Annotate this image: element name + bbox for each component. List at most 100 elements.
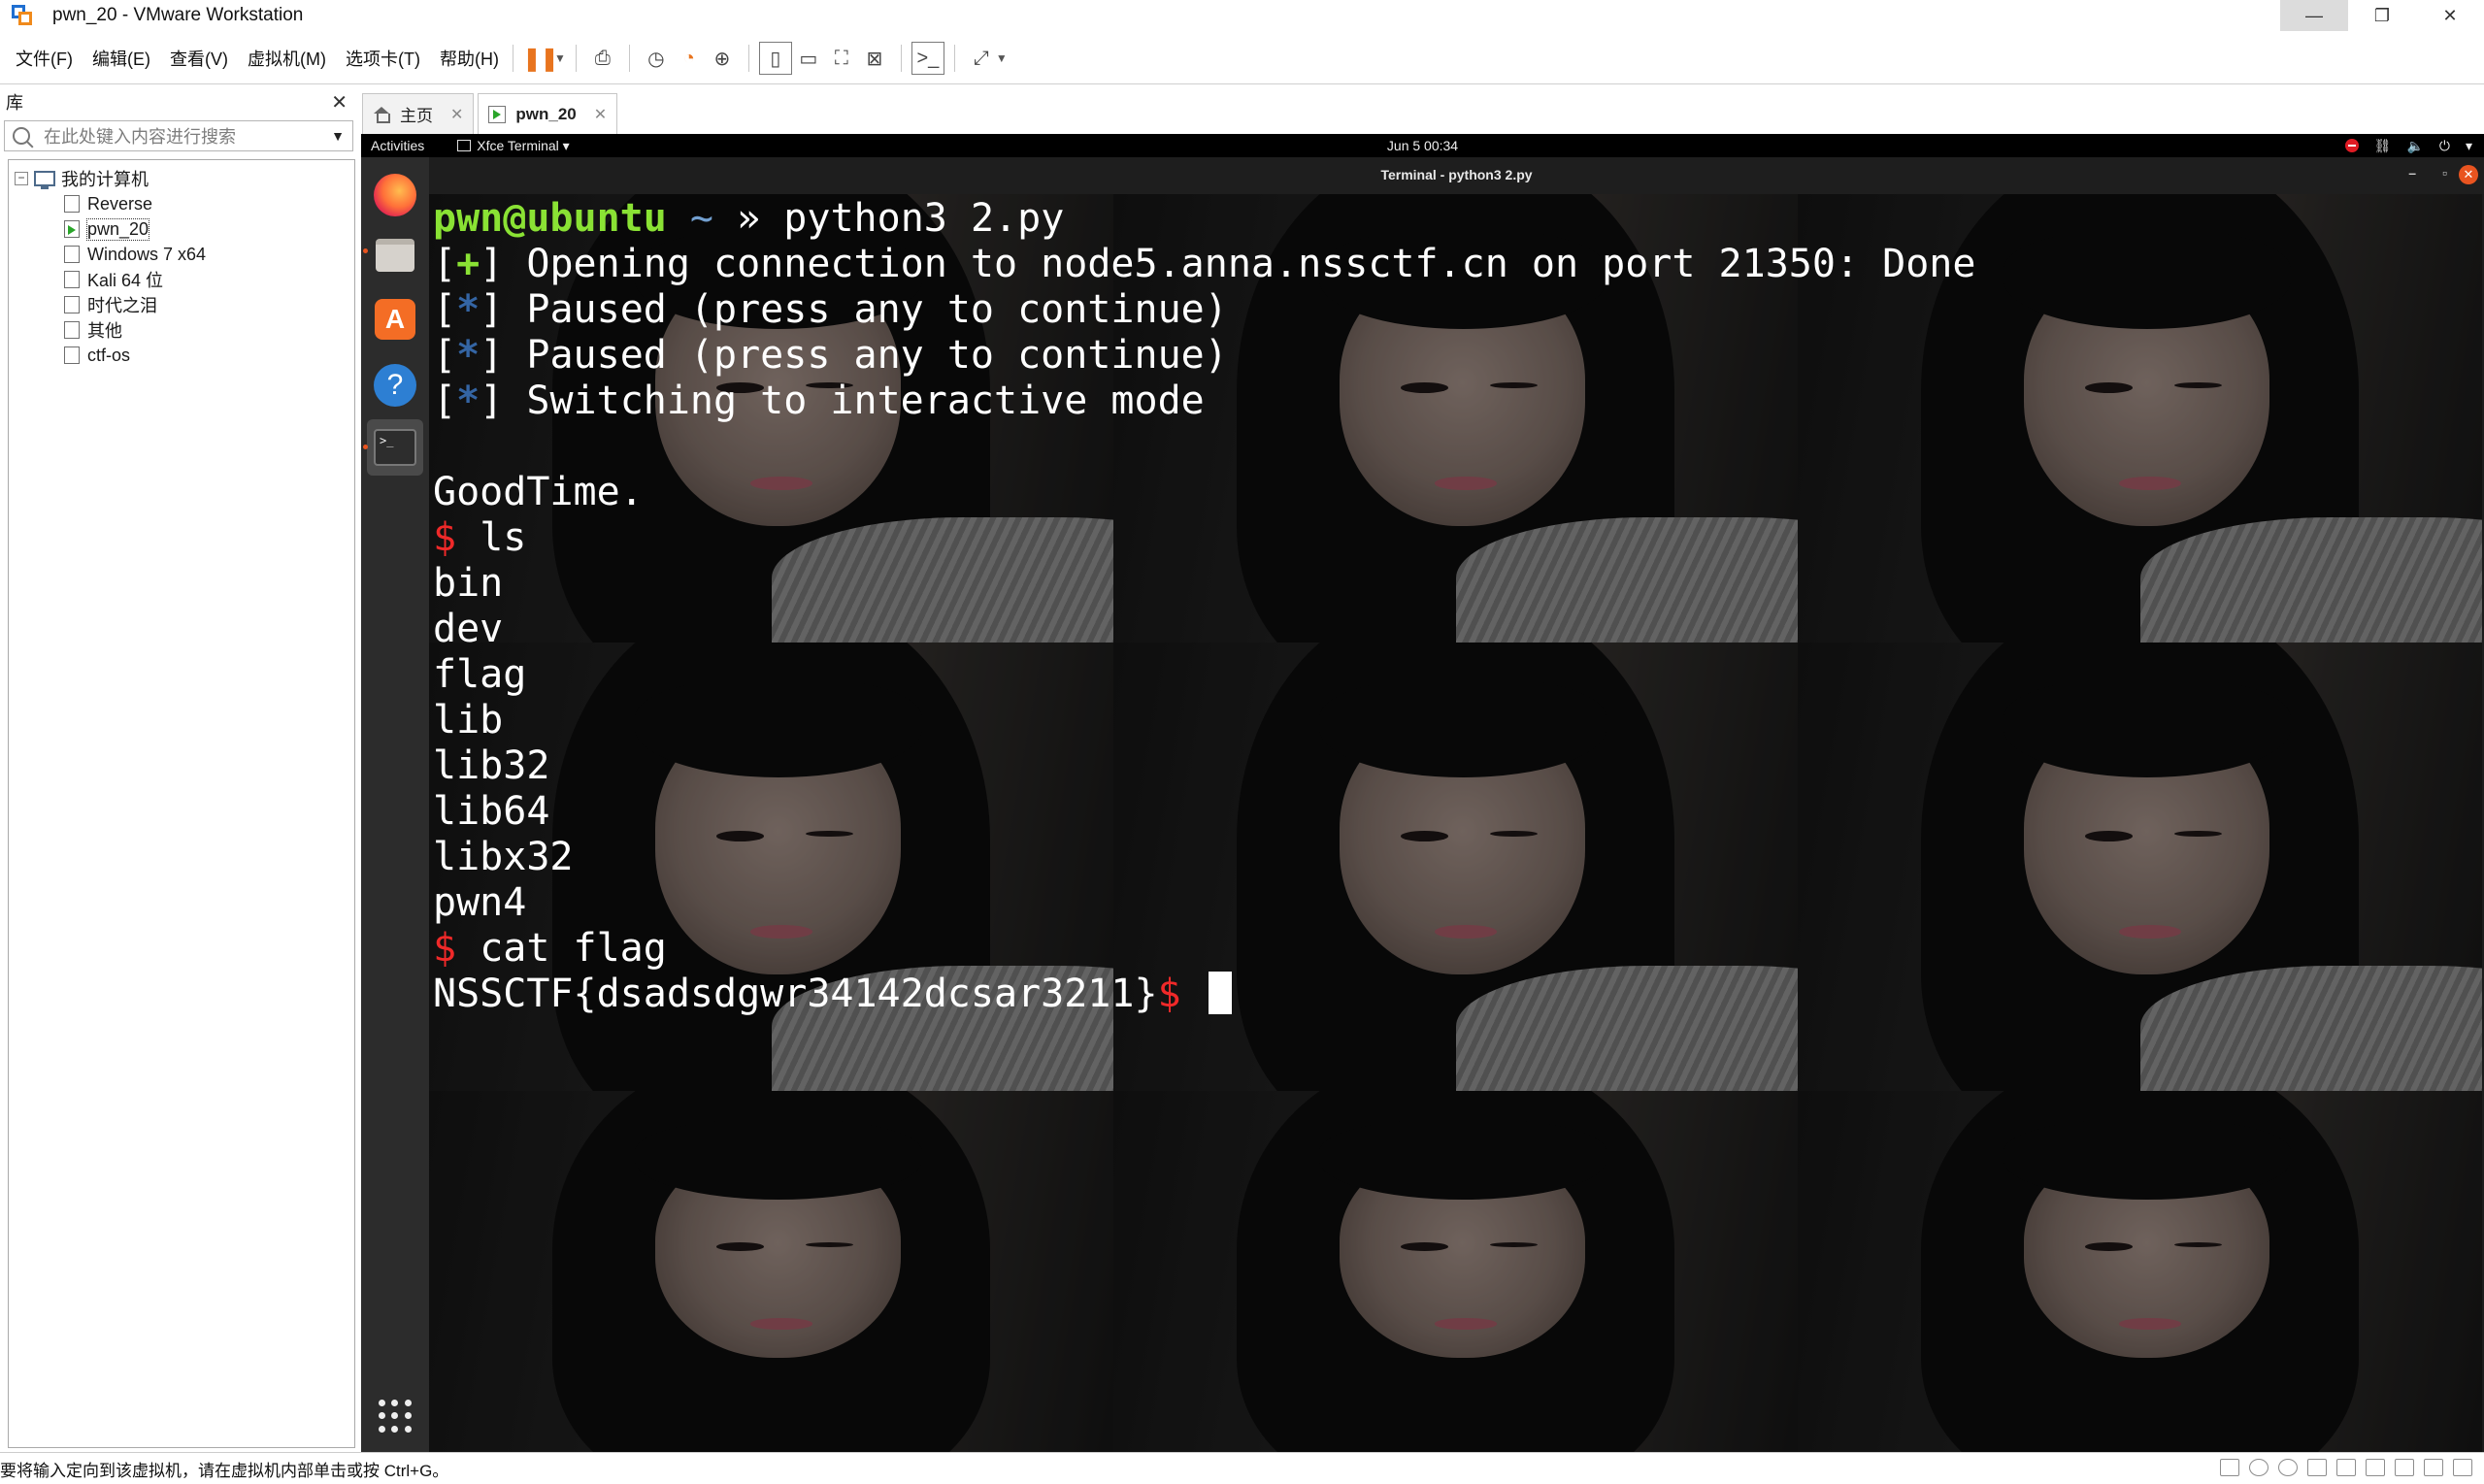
help-icon[interactable]: ? xyxy=(371,361,419,410)
ls-entry: bin xyxy=(433,561,504,606)
wallpaper-tile xyxy=(1798,1091,2482,1452)
library-view-icon[interactable]: ▯ xyxy=(758,42,792,75)
app-menu[interactable]: Xfce Terminal ▾ xyxy=(457,138,570,154)
tree-item-vm[interactable]: 时代之泪 xyxy=(9,292,354,317)
files-icon[interactable] xyxy=(371,231,419,280)
tab-home[interactable]: 主页 ✕ xyxy=(362,93,475,134)
tree-item-vm[interactable]: ctf-os xyxy=(9,343,354,368)
minimize-button[interactable]: — xyxy=(2280,0,2348,31)
volume-icon[interactable]: 🔈 xyxy=(2406,138,2423,154)
collapse-toggle-icon[interactable]: − xyxy=(15,172,28,185)
output-line: [*] Switching to interactive mode xyxy=(433,379,1205,423)
network-icon[interactable]: ⛓ xyxy=(2374,138,2392,154)
tray-dropdown-icon[interactable]: ▾ xyxy=(2466,138,2472,154)
output-text: Opening connection to node5.anna.nssctf.… xyxy=(526,242,1976,286)
software-center-icon[interactable]: A xyxy=(371,295,419,344)
terminal-minimize-icon[interactable]: – xyxy=(2408,165,2416,181)
system-tray[interactable]: ⛓ 🔈 ⏻ ▾ xyxy=(2344,134,2472,157)
library-search-input[interactable]: 在此处键入内容进行搜索 ▼ xyxy=(4,120,353,151)
sound-card-icon[interactable] xyxy=(2395,1459,2414,1476)
status-bar: 要将输入定向到该虚拟机，请在虚拟机内部单击或按 Ctrl+G。 xyxy=(0,1452,2484,1484)
vm-icon xyxy=(64,246,80,263)
activities-button[interactable]: Activities xyxy=(371,138,424,153)
search-dropdown-icon[interactable]: ▼ xyxy=(331,128,345,144)
menu-file[interactable]: 文件(F) xyxy=(16,46,73,71)
vm-icon xyxy=(64,271,80,288)
window-titlebar: pwn_20 - VMware Workstation — ❐ ✕ xyxy=(0,0,2484,31)
pause-dropdown-icon[interactable]: ▼ xyxy=(554,51,566,65)
stretch-dropdown-icon[interactable]: ▼ xyxy=(996,51,1008,65)
terminal-output: pwn@ubuntu ~ » python3 2.py [+] Opening … xyxy=(429,194,1975,1017)
cd-rom-icon[interactable] xyxy=(2249,1459,2269,1476)
terminal-body[interactable]: pwn@ubuntu ~ » python3 2.py [+] Opening … xyxy=(429,194,2482,1452)
tree-item-vm[interactable]: Reverse xyxy=(9,191,354,216)
window-controls: — ❐ ✕ xyxy=(2280,0,2484,31)
terminal-app-icon xyxy=(457,140,472,151)
fullscreen-icon[interactable]: ⛶ xyxy=(825,42,858,75)
power-icon[interactable]: ⏻ xyxy=(2439,138,2450,154)
show-applications-icon[interactable] xyxy=(379,1400,412,1433)
menu-view[interactable]: 查看(V) xyxy=(170,46,228,71)
tree-label: Reverse xyxy=(87,193,153,214)
terminal-titlebar: Terminal - python3 2.py – ▫ ✕ xyxy=(429,157,2484,194)
terminal-icon[interactable]: >_ xyxy=(371,423,419,472)
display-icon[interactable] xyxy=(2424,1459,2443,1476)
floppy-icon[interactable] xyxy=(2307,1459,2327,1476)
tab-label: pwn_20 xyxy=(515,104,577,123)
tree-item-vm[interactable]: Kali 64 位 xyxy=(9,267,354,292)
command-text: cat flag xyxy=(480,926,667,971)
terminal-title: Terminal - python3 2.py xyxy=(1380,167,1533,182)
status-tag: * xyxy=(456,333,480,378)
ls-entry: lib xyxy=(433,698,504,742)
search-placeholder: 在此处键入内容进行搜索 xyxy=(44,127,236,147)
console-view-icon[interactable]: >_ xyxy=(911,42,944,75)
ls-entry: pwn4 xyxy=(433,880,527,925)
stretch-icon[interactable]: ⤢ xyxy=(965,42,998,75)
menu-vm[interactable]: 虚拟机(M) xyxy=(248,46,326,71)
vm-tabstrip: 主页 ✕ pwn_20 ✕ xyxy=(362,91,621,134)
firefox-icon[interactable] xyxy=(371,171,419,219)
running-indicator xyxy=(363,445,368,449)
prompt-path: ~ xyxy=(689,196,714,241)
tree-item-vm[interactable]: 其他 xyxy=(9,317,354,343)
menu-help[interactable]: 帮助(H) xyxy=(440,46,499,71)
hard-disk-icon[interactable] xyxy=(2220,1459,2239,1476)
status-tag: + xyxy=(456,242,480,286)
pause-icon[interactable]: ❚❚ xyxy=(522,42,559,75)
snapshot-icon[interactable]: ◷ xyxy=(640,42,673,75)
clock[interactable]: Jun 5 00:34 xyxy=(1387,138,1458,153)
usb-icon[interactable] xyxy=(2366,1459,2385,1476)
vm-running-icon xyxy=(488,105,507,123)
manage-snapshots-icon[interactable]: ⊕ xyxy=(706,42,739,75)
tab-close-icon[interactable]: ✕ xyxy=(450,105,463,124)
terminal-maximize-icon[interactable]: ▫ xyxy=(2442,165,2447,181)
tree-item-vm[interactable]: Windows 7 x64 xyxy=(9,242,354,267)
tab-pwn-20[interactable]: pwn_20 ✕ xyxy=(478,93,618,134)
toolbar-divider xyxy=(0,83,2484,84)
toolbar-separator xyxy=(628,45,630,72)
no-entry-icon[interactable] xyxy=(2344,139,2359,152)
close-window-button[interactable]: ✕ xyxy=(2416,0,2484,31)
cd-rom-icon[interactable] xyxy=(2278,1459,2298,1476)
vm-console[interactable]: Activities Xfce Terminal ▾ Jun 5 00:34 ⛓… xyxy=(361,134,2484,1452)
send-ctrl-alt-del-icon[interactable]: ⎙ xyxy=(586,42,619,75)
tab-close-icon[interactable]: ✕ xyxy=(594,105,607,124)
message-log-icon[interactable] xyxy=(2453,1459,2472,1476)
vm-running-icon xyxy=(64,220,80,238)
thumbnail-view-icon[interactable]: ▭ xyxy=(792,42,825,75)
network-adapter-icon[interactable] xyxy=(2336,1459,2356,1476)
menu-edit[interactable]: 编辑(E) xyxy=(92,46,150,71)
terminal-close-icon[interactable]: ✕ xyxy=(2459,165,2478,184)
ls-entry: lib64 xyxy=(433,789,550,834)
ubuntu-dock: A ? >_ xyxy=(361,157,429,1452)
restore-button[interactable]: ❐ xyxy=(2348,0,2416,31)
output-line: [+] Opening connection to node5.anna.nss… xyxy=(433,242,1976,286)
menu-tabs[interactable]: 选项卡(T) xyxy=(346,46,420,71)
library-close-button[interactable]: ✕ xyxy=(331,90,348,115)
revert-snapshot-icon[interactable]: ◔ xyxy=(673,42,706,75)
unity-icon[interactable]: ⊠ xyxy=(858,42,891,75)
tree-item-vm[interactable]: pwn_20 xyxy=(9,216,354,242)
vm-icon xyxy=(64,321,80,339)
tree-item-my-computer[interactable]: − 我的计算机 xyxy=(9,166,354,191)
vm-icon xyxy=(64,195,80,213)
